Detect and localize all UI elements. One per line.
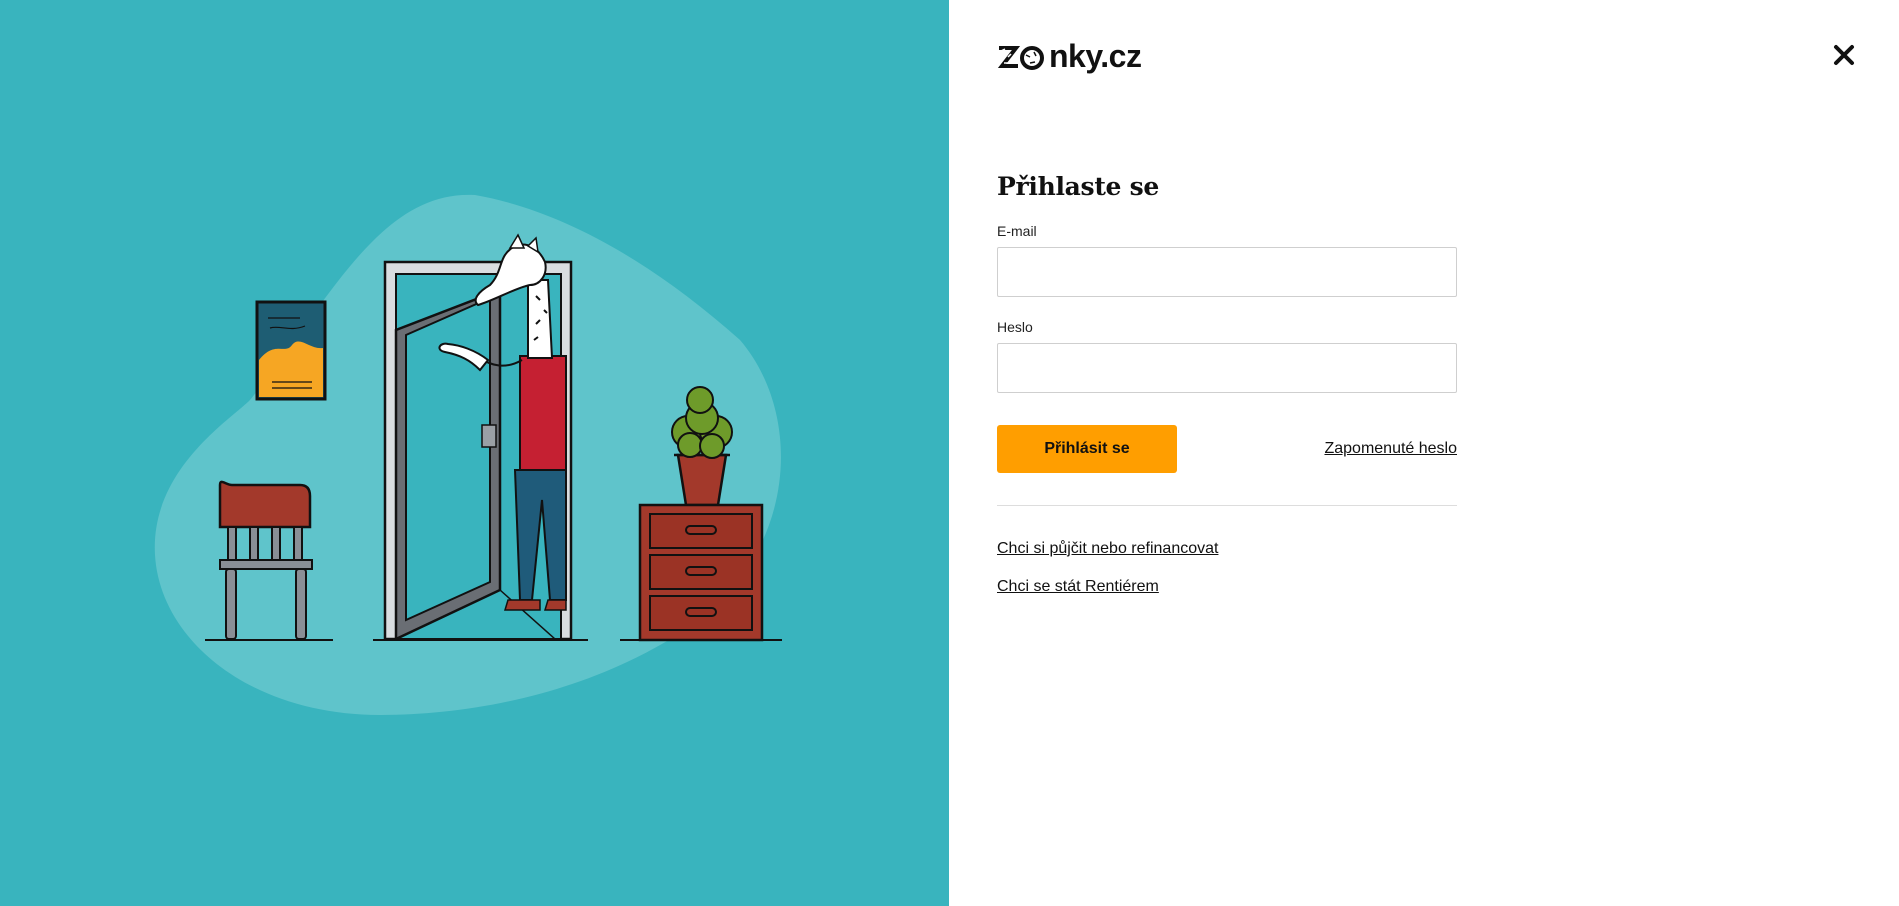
illustration-panel [0, 0, 949, 906]
alternative-links: Chci si půjčit nebo refinancovat Chci se… [997, 540, 1457, 596]
close-icon [1834, 45, 1854, 65]
borrow-link[interactable]: Chci si půjčit nebo refinancovat [997, 540, 1457, 558]
login-form: Přihlaste se E-mail Heslo Přihlásit se Z… [997, 172, 1457, 616]
drawer-cabinet-icon [620, 503, 782, 642]
rentier-link[interactable]: Chci se stát Rentiérem [997, 578, 1457, 596]
picture-frame-icon [255, 300, 327, 401]
zebra-pattern-zo-icon [996, 43, 1048, 71]
password-field[interactable] [997, 343, 1457, 393]
close-button[interactable] [1829, 40, 1859, 70]
email-field-group: E-mail [997, 223, 1457, 297]
logo-text: nky.cz [1049, 38, 1142, 74]
email-label: E-mail [997, 223, 1037, 239]
divider [997, 505, 1457, 506]
password-field-group: Heslo [997, 319, 1457, 393]
login-panel: nky.cz Přihlaste se E-mail Heslo Přihlás… [949, 0, 1899, 906]
login-button[interactable]: Přihlásit se [997, 425, 1177, 473]
page-title: Přihlaste se [997, 172, 1159, 201]
form-actions: Přihlásit se Zapomenuté heslo [997, 425, 1457, 473]
zonky-logo[interactable]: nky.cz [996, 38, 1142, 75]
email-field[interactable] [997, 247, 1457, 297]
password-label: Heslo [997, 319, 1033, 335]
forgot-password-link[interactable]: Zapomenuté heslo [1324, 440, 1457, 458]
welcome-illustration [154, 194, 782, 715]
